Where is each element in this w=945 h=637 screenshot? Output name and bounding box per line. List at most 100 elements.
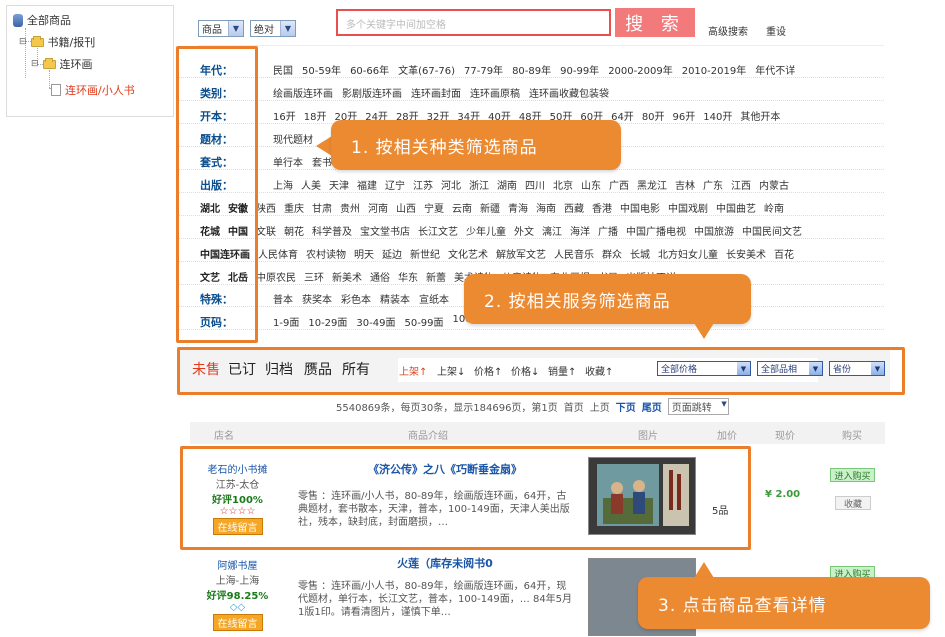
- filter-option[interactable]: 黑龙江: [637, 177, 667, 192]
- filter-option[interactable]: 中国曲艺: [716, 200, 756, 215]
- filter-option[interactable]: 60-66年: [350, 62, 389, 77]
- search-scope-select[interactable]: 商品 ▼: [198, 20, 244, 37]
- filter-option[interactable]: 河北: [441, 177, 461, 192]
- filter-option[interactable]: 群众: [602, 246, 622, 261]
- filter-option[interactable]: 单行本: [273, 154, 303, 169]
- collapse-icon[interactable]: ⊟: [31, 59, 39, 69]
- filter-option[interactable]: 长城: [630, 246, 650, 261]
- filter-option[interactable]: 海南: [536, 200, 556, 215]
- filter-option[interactable]: 1-9面: [273, 314, 299, 329]
- filter-option[interactable]: 北京: [553, 177, 573, 192]
- shop-name[interactable]: 阿娜书屋: [190, 557, 285, 572]
- filter-option[interactable]: 获奖本: [302, 291, 332, 306]
- filter-option[interactable]: 内蒙古: [759, 177, 789, 192]
- filter-option[interactable]: 中国戏剧: [668, 200, 708, 215]
- filter-option[interactable]: 广播: [598, 223, 618, 238]
- reset-link[interactable]: 重设: [766, 23, 786, 38]
- filter-option[interactable]: 广东: [703, 177, 723, 192]
- filter-option[interactable]: 人民体育: [258, 246, 298, 261]
- filter-option[interactable]: 90-99年: [560, 62, 599, 77]
- filter-option[interactable]: 四川: [525, 177, 545, 192]
- filter-option[interactable]: 18开: [304, 108, 327, 123]
- filter-option[interactable]: 岭南: [764, 200, 784, 215]
- filter-option[interactable]: 50-59年: [302, 62, 341, 77]
- filter-option[interactable]: 中国民间文艺: [742, 223, 802, 238]
- filter-option[interactable]: 山西: [396, 200, 416, 215]
- pager-next[interactable]: 下页: [616, 399, 636, 414]
- filter-option[interactable]: 普本: [273, 291, 293, 306]
- filter-option[interactable]: 宁夏: [424, 200, 444, 215]
- page-jump-select[interactable]: 页面跳转 ▼: [667, 398, 729, 415]
- filter-option[interactable]: 河南: [368, 200, 388, 215]
- filter-option[interactable]: 其他开本: [740, 108, 780, 123]
- filter-option[interactable]: 彩色本: [341, 291, 371, 306]
- pager-first[interactable]: 首页: [564, 399, 584, 414]
- filter-option[interactable]: 16开: [273, 108, 296, 123]
- filter-option[interactable]: 解放军文艺: [496, 246, 546, 261]
- filter-option[interactable]: 2010-2019年: [682, 62, 747, 77]
- filter-option[interactable]: 新美术: [332, 269, 362, 284]
- filter-option[interactable]: 山东: [581, 177, 601, 192]
- search-input[interactable]: 多个关键字中间加空格: [336, 9, 611, 36]
- filter-option[interactable]: 江苏: [413, 177, 433, 192]
- filter-option[interactable]: 云南: [452, 200, 472, 215]
- advanced-search-link[interactable]: 高级搜索: [708, 23, 748, 38]
- search-button[interactable]: 搜 索: [615, 8, 695, 37]
- filter-option[interactable]: 香港: [592, 200, 612, 215]
- filter-option[interactable]: 中国旅游: [694, 223, 734, 238]
- filter-option[interactable]: 96开: [673, 108, 696, 123]
- filter-option[interactable]: 上海: [273, 177, 293, 192]
- filter-option[interactable]: 长安美术: [726, 246, 766, 261]
- filter-option[interactable]: 新世纪: [410, 246, 440, 261]
- filter-option[interactable]: 浙江: [469, 177, 489, 192]
- filter-option[interactable]: 连环画封面: [411, 85, 461, 100]
- filter-option[interactable]: 吉林: [675, 177, 695, 192]
- filter-option[interactable]: 文化艺术: [448, 246, 488, 261]
- filter-option[interactable]: 连环画原稿: [470, 85, 520, 100]
- filter-option[interactable]: 科学普及: [312, 223, 352, 238]
- filter-option[interactable]: 77-79年: [464, 62, 503, 77]
- tree-node-comics[interactable]: ⊟ 连环画: [31, 56, 93, 72]
- tree-root[interactable]: 全部商品: [13, 12, 71, 28]
- filter-option[interactable]: 西藏: [564, 200, 584, 215]
- filter-option[interactable]: 绘画版连环画: [273, 85, 333, 100]
- favorite-button[interactable]: 收藏: [835, 496, 871, 510]
- filter-option[interactable]: 甘肃: [312, 200, 332, 215]
- filter-option[interactable]: 贵州: [340, 200, 360, 215]
- product-title[interactable]: 火莲（库存未阅书0: [300, 555, 590, 571]
- filter-option[interactable]: 2000-2009年: [608, 62, 673, 77]
- filter-option[interactable]: 明天: [354, 246, 374, 261]
- filter-option[interactable]: 年代不详: [755, 62, 795, 77]
- filter-option[interactable]: 宝文堂书店: [360, 223, 410, 238]
- filter-option[interactable]: 新蕾: [426, 269, 446, 284]
- filter-option[interactable]: 中原农民: [256, 269, 296, 284]
- filter-option[interactable]: 朝花: [284, 223, 304, 238]
- filter-option[interactable]: 漓江: [542, 223, 562, 238]
- filter-option[interactable]: 天津: [329, 177, 349, 192]
- filter-option[interactable]: 北方妇女儿童: [658, 246, 718, 261]
- pager-prev[interactable]: 上页: [590, 399, 610, 414]
- filter-option[interactable]: 精装本: [380, 291, 410, 306]
- filter-option[interactable]: 青海: [508, 200, 528, 215]
- filter-option[interactable]: 少年儿童: [466, 223, 506, 238]
- filter-option[interactable]: 辽宁: [385, 177, 405, 192]
- filter-option[interactable]: 影剧版连环画: [342, 85, 402, 100]
- filter-option[interactable]: 人美: [301, 177, 321, 192]
- filter-option[interactable]: 文联: [256, 223, 276, 238]
- filter-option[interactable]: 民国: [273, 62, 293, 77]
- filter-option[interactable]: 人民音乐: [554, 246, 594, 261]
- filter-option[interactable]: 新疆: [480, 200, 500, 215]
- filter-option[interactable]: 农村读物: [306, 246, 346, 261]
- filter-option[interactable]: 连环画收藏包装袋: [529, 85, 609, 100]
- filter-option[interactable]: 陕西: [256, 200, 276, 215]
- filter-option[interactable]: 江西: [731, 177, 751, 192]
- filter-option[interactable]: 重庆: [284, 200, 304, 215]
- filter-option[interactable]: 文革(67-76): [398, 62, 455, 77]
- search-match-select[interactable]: 绝对 ▼: [250, 20, 296, 37]
- filter-option[interactable]: 湖南: [497, 177, 517, 192]
- filter-option[interactable]: 套书: [312, 154, 332, 169]
- filter-option[interactable]: 延边: [382, 246, 402, 261]
- filter-option[interactable]: 华东: [398, 269, 418, 284]
- collapse-icon[interactable]: ⊟: [19, 37, 27, 47]
- tree-node-books[interactable]: ⊟ 书籍/报刊: [19, 34, 95, 50]
